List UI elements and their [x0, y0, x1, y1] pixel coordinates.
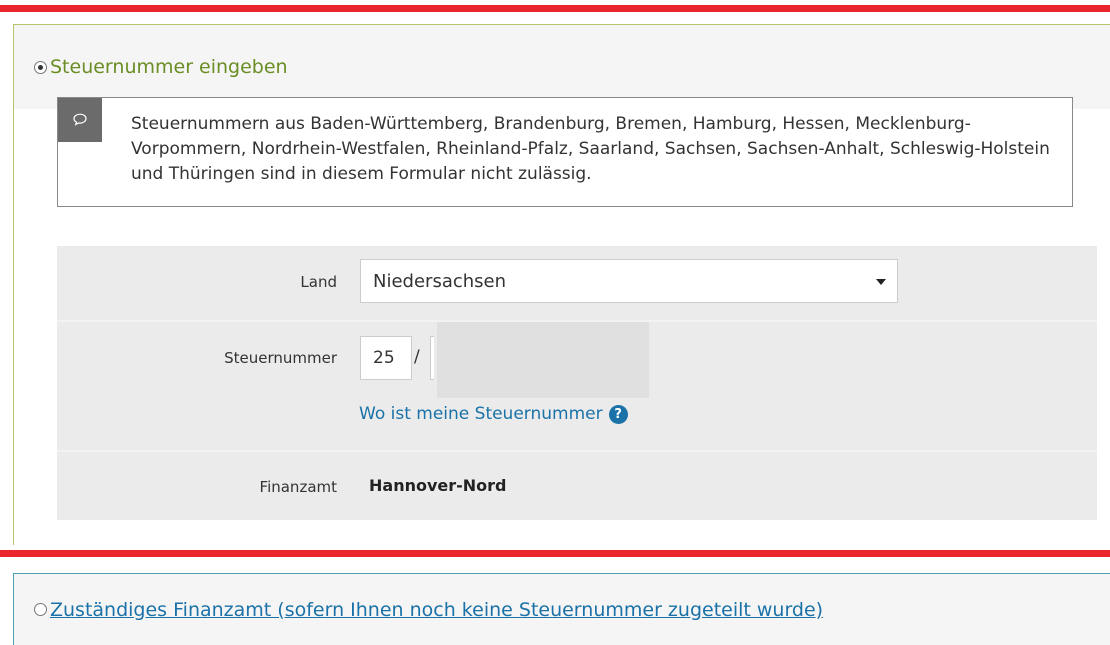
- highlight-line-bottom: [0, 550, 1110, 557]
- steuernummer-row: Steuernummer 25 / Wo ist meine Steuernum…: [57, 322, 1097, 450]
- notice-box: Steuernummern aus Baden-Württemberg, Bra…: [57, 97, 1073, 207]
- tax-number-form: Land Niedersachsen Steuernummer 25 / Wo …: [57, 246, 1097, 520]
- question-circle-icon[interactable]: ?: [608, 404, 628, 424]
- steuernummer-input[interactable]: [430, 336, 434, 380]
- help-link-text[interactable]: Wo ist meine Steuernummer: [359, 404, 603, 424]
- finanzamt-value: Hannover-Nord: [369, 476, 507, 495]
- steuernummer-label: Steuernummer: [224, 349, 337, 367]
- highlight-line-top: [0, 5, 1110, 12]
- steuernummer-prefix-field: 25: [360, 336, 412, 380]
- dropdown-caret-icon: [876, 279, 886, 285]
- land-row: Land Niedersachsen: [57, 246, 1097, 320]
- responsible-office-option-panel[interactable]: Zuständiges Finanzamt (sofern Ihnen noch…: [13, 573, 1110, 645]
- responsible-office-radio[interactable]: [34, 603, 47, 616]
- tax-number-radio[interactable]: [34, 60, 47, 74]
- steuernummer-prefix-value: 25: [373, 348, 395, 368]
- radio-selected-dot: [38, 64, 43, 70]
- redacted-area: [437, 322, 649, 398]
- where-is-my-tax-number-link[interactable]: Wo ist meine Steuernummer ?: [359, 404, 628, 424]
- notice-text: Steuernummern aus Baden-Württemberg, Bra…: [131, 114, 1050, 184]
- land-select-value: Niedersachsen: [373, 270, 507, 292]
- land-label: Land: [300, 273, 337, 291]
- land-select[interactable]: Niedersachsen: [360, 259, 898, 303]
- finanzamt-label: Finanzamt: [259, 478, 337, 496]
- steuernummer-separator: /: [414, 347, 420, 367]
- finanzamt-row: Finanzamt Hannover-Nord: [57, 452, 1097, 520]
- speech-bubble-icon: [58, 98, 102, 142]
- responsible-office-option-link[interactable]: Zuständiges Finanzamt (sofern Ihnen noch…: [50, 599, 823, 621]
- tax-number-option-label[interactable]: Steuernummer eingeben: [50, 56, 288, 78]
